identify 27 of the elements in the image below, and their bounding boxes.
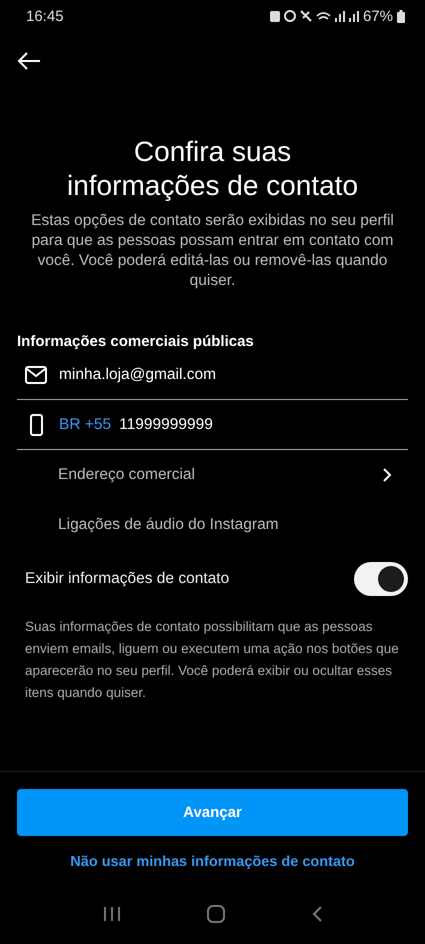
status-time: 16:45 [26,8,64,24]
note-text: Suas informações de contato possibilitam que as pessoas enviem emails, liguem ou executem uma ação nos botões que aparecerão no seu perfil. Você poderá exibir ou ocultar esses itens quando quiser. [25,618,399,702]
wifi-icon [316,11,331,21]
input-field[interactable]: minha.loja@gmail.com [59,366,216,384]
toggle-switch[interactable] [354,562,408,596]
home-icon[interactable] [206,904,226,924]
battery-icon [397,10,405,22]
mute-icon [300,10,312,22]
option-label: Ligações de áudio do Instagram [58,516,279,534]
signal-icon [334,10,345,22]
envelope-icon [25,366,47,384]
option-label[interactable]: Endereço comercial [58,466,195,484]
battery-percent: 67% [362,8,393,24]
section-title: Informações comerciais públicas [17,333,255,350]
signal-icon [348,10,359,22]
back-icon[interactable] [310,905,322,923]
country-code[interactable]: BR +55 [59,416,112,434]
chevron-right-icon[interactable] [382,467,392,483]
input-field[interactable]: 11999999999 [119,416,213,434]
toggle-label: Exibir informações de contato [25,570,230,588]
description-text: Estas opções de contato serão exibidas no seu perfil para que as pessoas possam entrar em contato com você. Você poderá editá-las ou removê-las quando quiser. [30,211,395,291]
skip-link[interactable]: Não usar minhas informações de contato [70,854,355,870]
notification-icon [270,10,280,22]
back-arrow-icon[interactable] [17,52,41,70]
recent-apps-icon[interactable] [102,906,120,922]
page-title: Confira suas informações de contato [66,135,360,203]
alarm-icon [284,10,296,22]
